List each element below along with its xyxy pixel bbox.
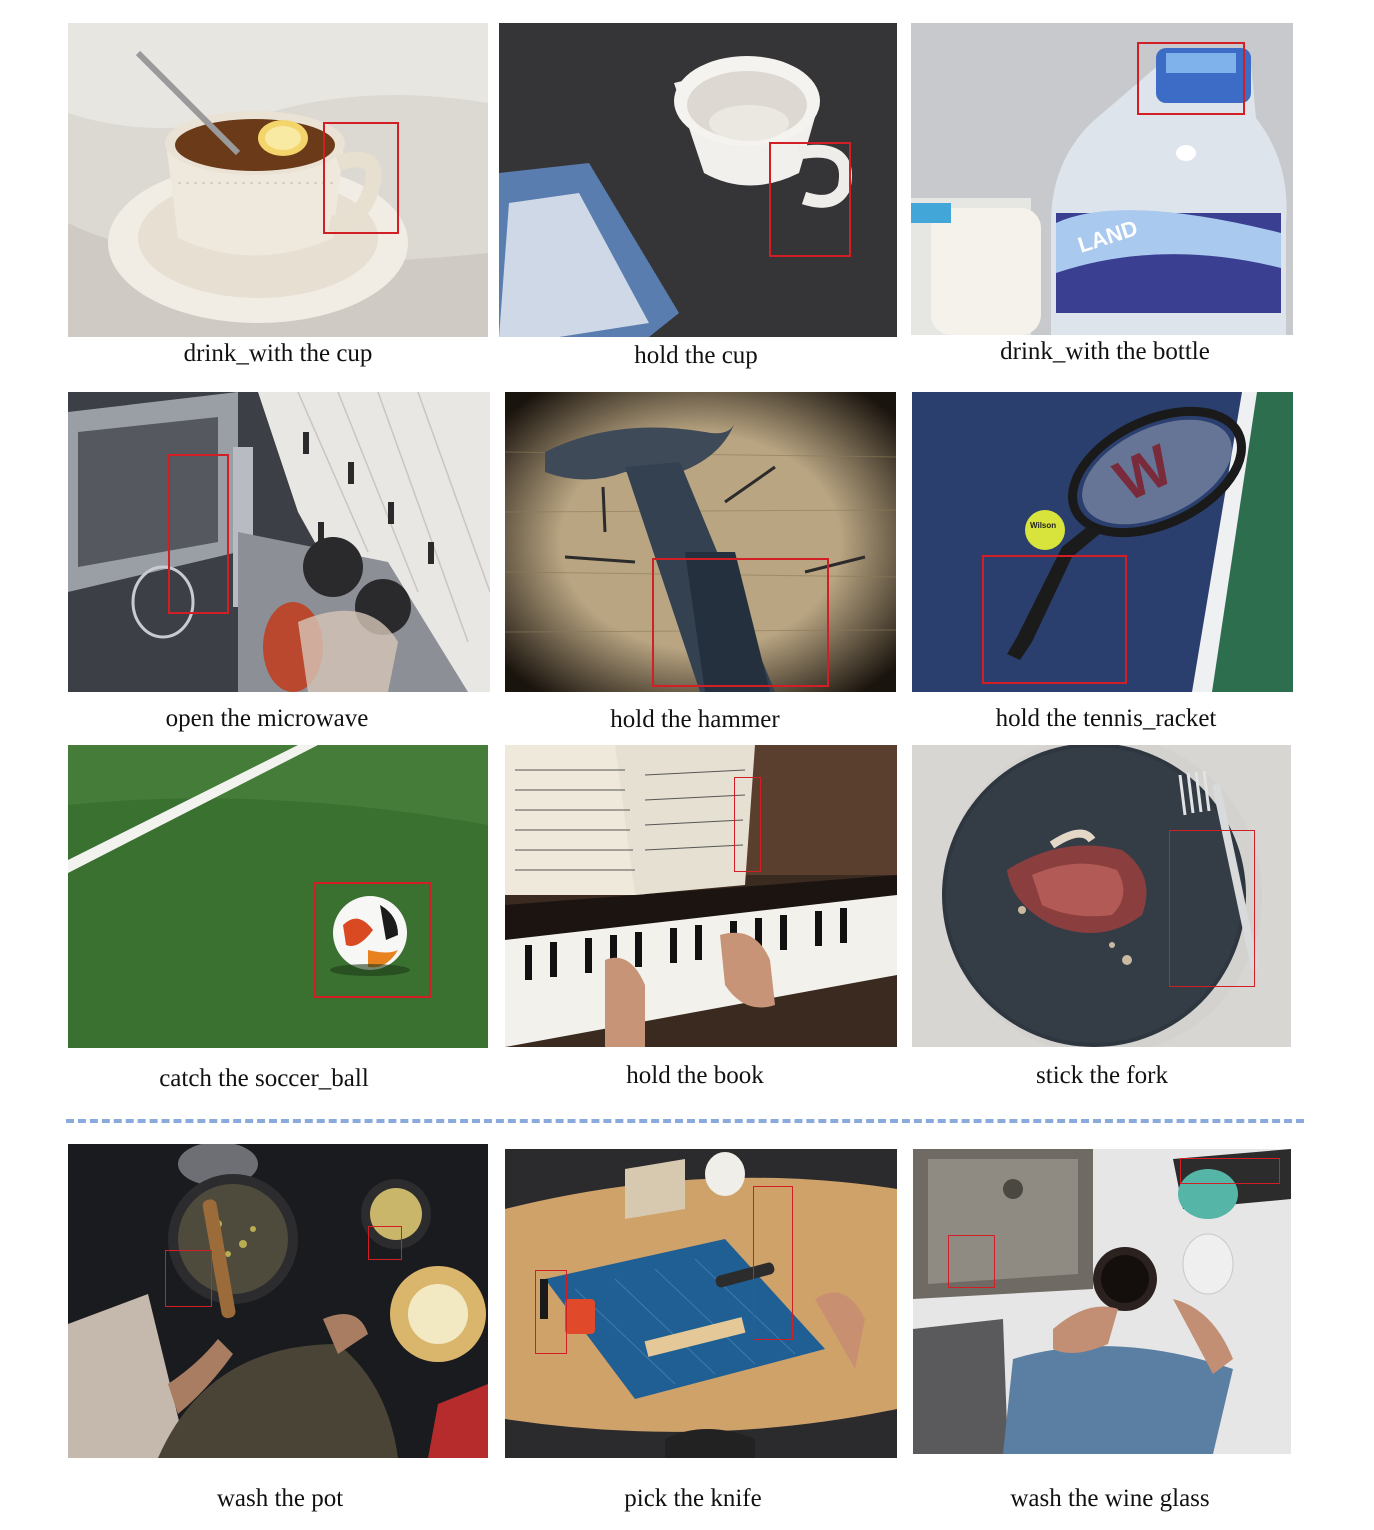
bbox-racket-grip: [982, 555, 1127, 684]
piano-sheet-music-illustration: [505, 745, 897, 1047]
bbox-sink: [948, 1235, 995, 1288]
sink-wine-glass-illustration: [913, 1149, 1291, 1454]
bbox-fork: [1169, 830, 1255, 987]
tea-cup-illustration: [68, 23, 488, 337]
photo-catch-soccer-ball: [68, 745, 488, 1048]
photo-stick-fork: [912, 745, 1291, 1047]
bbox-soccer-ball: [314, 882, 431, 998]
caption-hold-tennis-racket: hold the tennis_racket: [995, 705, 1217, 732]
bbox-cup-handle: [769, 142, 851, 257]
caption-wash-pot: wash the pot: [216, 1485, 344, 1512]
caption-drink-with-bottle: drink_with the bottle: [1000, 338, 1210, 365]
bbox-pot-handle: [165, 1250, 212, 1307]
photo-pick-knife: [505, 1149, 897, 1458]
bbox-knife-right: [753, 1186, 793, 1340]
bbox-cup-handle: [323, 122, 399, 234]
caption-wash-wine-glass: wash the wine glass: [1010, 1485, 1210, 1512]
bbox-glass-rack: [1180, 1158, 1280, 1184]
kitchen-microwave-illustration: [68, 392, 490, 692]
photo-drink-with-cup: [68, 23, 488, 337]
bbox-bowl: [368, 1226, 402, 1260]
caption-pick-knife: pick the knife: [624, 1485, 762, 1512]
photo-hold-tennis-racket: W Wilson: [912, 392, 1293, 692]
caption-stick-fork: stick the fork: [1036, 1062, 1168, 1089]
caption-hold-hammer: hold the hammer: [610, 706, 780, 733]
dashed-divider: [66, 1119, 1304, 1123]
bbox-bottle-cap: [1137, 42, 1245, 115]
photo-hold-book: [505, 745, 897, 1047]
bbox-knife-left: [535, 1270, 567, 1354]
ball-brand-text: Wilson: [1030, 521, 1056, 530]
photo-drink-with-bottle: LAND: [911, 23, 1293, 335]
bbox-microwave-door: [168, 454, 229, 614]
photo-wash-wine-glass: [913, 1149, 1291, 1454]
photo-wash-pot: [68, 1144, 488, 1458]
caption-drink-with-cup: drink_with the cup: [183, 340, 373, 367]
stove-pot-illustration: [68, 1144, 488, 1458]
bbox-sheet-music: [734, 777, 761, 872]
caption-hold-cup: hold the cup: [634, 342, 758, 369]
caption-open-microwave: open the microwave: [165, 705, 369, 732]
caption-catch-soccer-ball: catch the soccer_ball: [159, 1065, 369, 1092]
photo-open-microwave: [68, 392, 490, 692]
photo-hold-cup: [499, 23, 897, 337]
caption-hold-book: hold the book: [626, 1062, 764, 1089]
bbox-hammer-handle: [652, 558, 829, 687]
photo-hold-hammer: [505, 392, 896, 692]
